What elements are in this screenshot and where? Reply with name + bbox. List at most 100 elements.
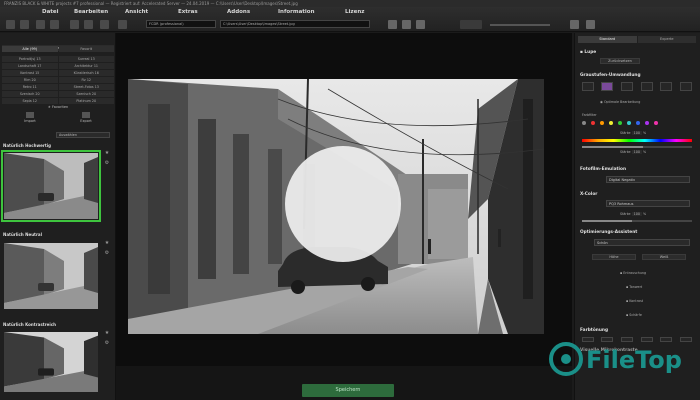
category-item[interactable]: Street-Fotos 13 bbox=[58, 84, 114, 90]
tab-alle[interactable]: Alle (99) bbox=[2, 46, 58, 52]
print-icon[interactable] bbox=[100, 20, 109, 29]
path-select[interactable]: C:\Users\User\Desktop\Images\Street.jpg bbox=[220, 20, 370, 28]
import-export-row: Import Export bbox=[2, 112, 114, 126]
xcolor-select[interactable]: PQ3 Rohmaus bbox=[606, 200, 690, 207]
loupe-header: ▪ Lupe bbox=[580, 50, 596, 55]
swatch-green[interactable] bbox=[618, 121, 622, 125]
mode-lab-icon[interactable] bbox=[640, 82, 653, 91]
category-item[interactable]: Architektur 11 bbox=[58, 63, 114, 69]
save-icon[interactable] bbox=[20, 20, 29, 29]
optimize-select[interactable]: Schön bbox=[594, 239, 690, 246]
menu-datei[interactable]: Datei bbox=[42, 7, 59, 18]
menu-ansicht[interactable]: Ansicht bbox=[125, 7, 148, 18]
loupe-title: Lupe bbox=[584, 50, 597, 55]
menu-addons[interactable]: Addons bbox=[227, 7, 250, 18]
compare-icon[interactable] bbox=[70, 20, 79, 29]
preset-thumbnail[interactable] bbox=[1, 150, 101, 222]
assist-contrast[interactable]: ▪ Kontrast bbox=[626, 299, 643, 303]
assist-tone[interactable]: ▪ Tonwert bbox=[626, 285, 642, 289]
thumb-star-icon[interactable]: ★ bbox=[103, 240, 111, 246]
category-item[interactable]: Künstlerisch 16 bbox=[58, 70, 114, 76]
swatch-cyan[interactable] bbox=[627, 121, 631, 125]
swatch-grey[interactable] bbox=[582, 121, 586, 125]
category-item[interactable]: Surreal 13 bbox=[58, 56, 114, 62]
rotate-icon[interactable] bbox=[84, 20, 93, 29]
reset-button[interactable]: Zurücksetzen bbox=[600, 58, 640, 64]
category-item[interactable]: Retro 11 bbox=[2, 84, 58, 90]
preset-title: Natürlich Kontrastreich bbox=[3, 322, 56, 327]
preset-select[interactable]: FCDR (professional) bbox=[146, 20, 216, 28]
undo-icon[interactable] bbox=[36, 20, 45, 29]
filmemu-select[interactable]: Digital Negativ bbox=[606, 176, 690, 183]
mode-color-icon[interactable] bbox=[601, 82, 614, 91]
menu-lizenz[interactable]: Lizenz bbox=[345, 7, 364, 18]
preset-filter-select[interactable]: Auswählen bbox=[56, 132, 110, 138]
mode-rgb-icon[interactable] bbox=[621, 82, 634, 91]
category-item[interactable]: Szenisch 20 bbox=[2, 91, 58, 97]
thumb-info-icon[interactable]: ⚙ bbox=[103, 250, 111, 256]
category-item[interactable]: Fiz 12 bbox=[58, 77, 114, 83]
eye-icon[interactable] bbox=[388, 20, 397, 29]
tab-favorit[interactable]: Favorit bbox=[58, 46, 114, 52]
mode-mono-icon[interactable] bbox=[581, 82, 594, 91]
thumb-info-icon[interactable]: ⚙ bbox=[103, 160, 111, 166]
swatch-red[interactable] bbox=[591, 121, 595, 125]
window-icon[interactable] bbox=[586, 20, 595, 29]
settings-icon[interactable] bbox=[416, 20, 425, 29]
category-item[interactable]: Film 20 bbox=[2, 77, 58, 83]
mode-auto-icon[interactable] bbox=[680, 82, 693, 91]
zoom-slider[interactable] bbox=[490, 24, 550, 26]
assist-denoise[interactable]: ▪ Entrauschung bbox=[620, 271, 646, 275]
save-button[interactable]: Speichern bbox=[302, 384, 394, 397]
menu-bearbeiten[interactable]: Bearbeiten bbox=[74, 7, 108, 18]
thumb-star-icon[interactable]: ★ bbox=[103, 330, 111, 336]
swatch-orange[interactable] bbox=[600, 121, 604, 125]
strength2-unit: % bbox=[643, 150, 647, 154]
optimize-header: Optimierungs-Assistent bbox=[580, 230, 638, 235]
white-button[interactable]: Weiß bbox=[642, 254, 686, 260]
strength-row: Stärke 100 % bbox=[620, 131, 646, 135]
xcolor-slider[interactable] bbox=[582, 220, 692, 222]
redo-icon[interactable] bbox=[50, 20, 59, 29]
swatch-purple[interactable] bbox=[645, 121, 649, 125]
assist-sharpen[interactable]: ▪ Schärfe bbox=[626, 313, 642, 317]
height-button[interactable]: Höhe bbox=[592, 254, 636, 260]
tab-experte[interactable]: Experte bbox=[637, 36, 696, 43]
tab-standard[interactable]: Standard bbox=[578, 36, 637, 43]
open-icon[interactable] bbox=[6, 20, 15, 29]
saturation-slider[interactable] bbox=[582, 146, 692, 148]
grey-header: Graustufen-Umwandlung bbox=[580, 73, 641, 78]
strength-value[interactable]: 100 bbox=[631, 131, 642, 135]
preset-thumbnail[interactable] bbox=[4, 332, 98, 392]
swatch-blue[interactable] bbox=[636, 121, 640, 125]
thumb-info-icon[interactable]: ⚙ bbox=[103, 340, 111, 346]
import-icon bbox=[26, 112, 34, 118]
hue-slider[interactable] bbox=[582, 139, 692, 142]
export-icon bbox=[82, 112, 90, 118]
xcolor-amount-value[interactable]: 100 bbox=[631, 212, 642, 216]
strength2-value[interactable]: 100 bbox=[631, 150, 642, 154]
category-item[interactable]: Portrait(s) 13 bbox=[2, 56, 58, 62]
swatch-yellow[interactable] bbox=[609, 121, 613, 125]
fullscreen-icon[interactable] bbox=[570, 20, 579, 29]
optimize-toggle[interactable]: ◉ Optimale Bearbeitung bbox=[600, 100, 640, 104]
xcolor-amount-label: Stärke bbox=[620, 212, 631, 216]
mode-custom-icon[interactable] bbox=[660, 82, 673, 91]
color-filter-label: Farbfilter bbox=[582, 113, 597, 117]
import-button[interactable]: Import bbox=[2, 112, 58, 126]
main-photo[interactable] bbox=[128, 79, 544, 334]
share-icon[interactable] bbox=[118, 20, 127, 29]
favorites-label: ★ Favoriten bbox=[2, 104, 114, 110]
menu-extras[interactable]: Extras bbox=[178, 7, 198, 18]
crop-icon[interactable] bbox=[402, 20, 411, 29]
swatch-magenta[interactable] bbox=[654, 121, 658, 125]
category-item[interactable]: Kontrast 15 bbox=[2, 70, 58, 76]
category-item[interactable]: Szenisch 20 bbox=[58, 91, 114, 97]
mode-tabs: Standard Experte bbox=[578, 36, 696, 43]
export-button[interactable]: Export bbox=[58, 112, 114, 126]
thumb-star-icon[interactable]: ★ bbox=[103, 150, 111, 156]
watermark-logo: FileTop bbox=[548, 340, 693, 378]
preset-thumbnail[interactable] bbox=[4, 243, 98, 309]
menu-information[interactable]: Information bbox=[278, 7, 315, 18]
category-item[interactable]: Landschaft 17 bbox=[2, 63, 58, 69]
